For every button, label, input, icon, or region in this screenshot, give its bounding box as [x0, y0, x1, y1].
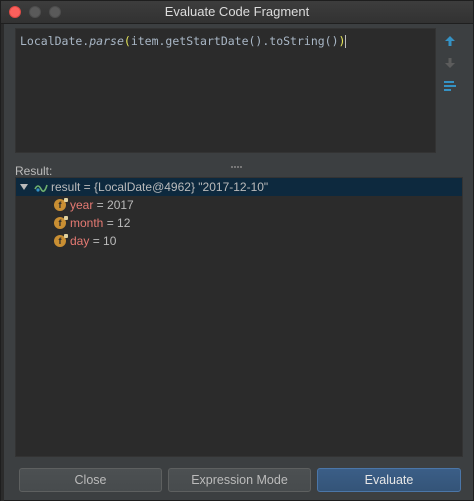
result-tree[interactable]: result = {LocalDate@4962} "2017-12-10" f… [15, 177, 463, 457]
field-name: year [70, 198, 94, 212]
splitter-handle[interactable] [231, 155, 245, 168]
evaluate-dialog: Evaluate Code Fragment LocalDate.parse(i… [0, 0, 474, 501]
field-value: 12 [117, 216, 131, 230]
history-up-button[interactable] [442, 33, 458, 49]
close-button[interactable]: Close [19, 468, 162, 492]
result-text: result = {LocalDate@4962} "2017-12-10" [51, 180, 269, 194]
tree-row[interactable]: f year = 2017 [16, 196, 462, 214]
title-bar: Evaluate Code Fragment [1, 1, 473, 24]
watch-result-icon [34, 184, 48, 193]
code-prefix: LocalDate. [20, 34, 90, 48]
field-value: 10 [103, 234, 117, 248]
tree-row[interactable]: f day = 10 [16, 232, 462, 250]
history-list-icon [444, 81, 456, 91]
equals-sign: = [103, 216, 118, 230]
code-middle: item.getStartDate().toString() [130, 34, 339, 48]
text-caret [345, 35, 347, 48]
field-value: 2017 [107, 198, 134, 212]
field-name: day [70, 234, 90, 248]
equals-sign: = [89, 234, 104, 248]
tree-row-result[interactable]: result = {LocalDate@4962} "2017-12-10" [16, 178, 462, 196]
arrow-up-icon [445, 36, 455, 46]
history-list-button[interactable] [442, 78, 458, 94]
field-name: month [70, 216, 104, 230]
field-icon: f [54, 198, 68, 211]
tree-row[interactable]: f month = 12 [16, 214, 462, 232]
expand-arrow-icon[interactable] [20, 184, 28, 190]
expression-mode-button[interactable]: Expression Mode [168, 468, 311, 492]
result-label: Result: [15, 164, 53, 178]
code-close-paren: ) [338, 34, 346, 48]
code-open-paren: ( [123, 34, 131, 48]
equals-sign: = [93, 198, 108, 212]
left-edge [1, 23, 4, 501]
window-title: Evaluate Code Fragment [164, 4, 310, 19]
code-method: parse [89, 34, 124, 48]
evaluate-button[interactable]: Evaluate [317, 468, 461, 492]
field-icon: f [54, 234, 68, 247]
arrow-down-icon [445, 58, 455, 68]
field-icon: f [54, 216, 68, 229]
history-down-button[interactable] [442, 55, 458, 71]
code-fragment-editor[interactable]: LocalDate.parse(item.getStartDate().toSt… [15, 28, 436, 153]
